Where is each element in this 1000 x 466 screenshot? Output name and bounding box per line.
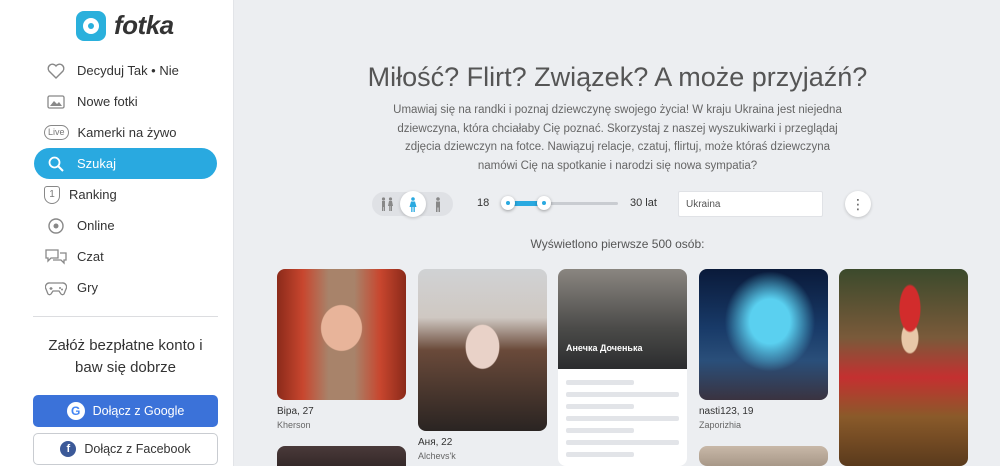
profile-photo[interactable] [277, 269, 406, 400]
profile-card[interactable]: Анечка Доченька [558, 269, 687, 466]
facebook-icon: f [60, 441, 77, 457]
sidebar-item-label: Decyduj Tak • Nie [77, 63, 179, 78]
placeholder-line [566, 428, 634, 433]
gender-male-icon[interactable] [427, 193, 449, 215]
photo-screenshot-header: Анечка Доченька [558, 269, 687, 369]
age-min-handle[interactable] [501, 196, 515, 210]
age-min-label: 18 [477, 197, 490, 209]
sidebar-item-label: Ranking [69, 187, 117, 202]
sidebar-item-label: Gry [77, 280, 98, 295]
main-content: Miłość? Flirt? Związek? A może przyjaźń?… [235, 0, 1000, 466]
profile-card[interactable]: Віра, 27 Kherson [277, 269, 406, 430]
placeholder-line [566, 404, 634, 409]
sidebar-item-label: Kamerki na żywo [77, 125, 177, 140]
profile-card[interactable]: Аня, 22 Alchevs'k [418, 269, 547, 461]
results-count: Wyświetlono pierwsze 500 osób: [530, 237, 705, 251]
logo[interactable]: fotka [76, 10, 174, 41]
sidebar-item-label: Online [77, 218, 115, 233]
profile-card[interactable]: nasti123, 19 Zaporizhia [699, 269, 828, 430]
chat-icon [44, 247, 68, 267]
profile-photo[interactable] [277, 446, 406, 466]
sidebar-item-label: Nowe fotki [77, 94, 138, 109]
gender-both-icon[interactable] [376, 193, 398, 215]
age-max-handle[interactable] [537, 196, 551, 210]
ranking-icon: 1 [44, 185, 60, 204]
gamepad-icon [44, 278, 68, 298]
profile-photo[interactable] [839, 269, 968, 466]
photo-caption: Анечка Доченька [566, 343, 643, 353]
facebook-button-label: Dołącz z Facebook [84, 442, 191, 456]
profile-card[interactable] [839, 269, 968, 466]
profile-photo[interactable] [699, 269, 828, 400]
profile-card[interactable] [277, 446, 406, 466]
online-icon [44, 216, 68, 236]
profile-location: Alchevs'k [418, 451, 456, 461]
profile-name: nasti123, 19 [699, 406, 754, 417]
sidebar-item-label: Szukaj [77, 156, 117, 171]
facebook-signup-button[interactable]: f Dołącz z Facebook [33, 433, 218, 465]
gender-toggle [372, 191, 453, 217]
sidebar-item-ranking[interactable]: 1 Ranking [34, 179, 217, 210]
more-options-icon[interactable]: ⋮ [845, 191, 871, 217]
profile-location: Zaporizhia [699, 420, 742, 430]
sidebar-divider [33, 316, 218, 317]
placeholder-line [566, 440, 679, 445]
profile-card[interactable] [699, 446, 828, 466]
intro-text: Umawiaj się na randki i poznaj dziewczyn… [393, 104, 842, 172]
sidebar-item-kamerki[interactable]: Live Kamerki na żywo [34, 117, 217, 148]
google-button-label: Dołącz z Google [92, 404, 185, 418]
google-signup-button[interactable]: G Dołącz z Google [33, 395, 218, 427]
profile-name: Аня, 22 [418, 437, 453, 448]
profile-photo[interactable] [699, 446, 828, 466]
signup-cta-text: Załóż bezpłatne konto i baw się dobrze [48, 337, 203, 376]
profile-name: Віра, 27 [277, 406, 314, 417]
search-icon [44, 154, 68, 174]
page-headline: Miłość? Flirt? Związek? A może przyjaźń? [367, 62, 868, 92]
sidebar-item-nowe-fotki[interactable]: Nowe fotki [34, 86, 217, 117]
logo-text: fotka [114, 10, 174, 40]
placeholder-line [566, 452, 634, 457]
placeholder-line [566, 392, 679, 397]
sidebar-item-online[interactable]: Online [34, 210, 217, 241]
sidebar-item-czat[interactable]: Czat [34, 241, 217, 272]
fotka-logo-icon [76, 10, 106, 41]
google-icon: G [66, 402, 85, 420]
sidebar-item-label: Czat [77, 249, 104, 264]
sidebar: fotka Decyduj Tak • Nie Nowe fotki Live … [0, 0, 234, 466]
country-input[interactable] [678, 191, 823, 217]
placeholder-line [566, 416, 679, 421]
live-icon: Live [44, 125, 69, 140]
age-max-label: 30 lat [630, 197, 657, 209]
placeholder-line [566, 380, 634, 385]
sidebar-nav: Decyduj Tak • Nie Nowe fotki Live Kamerk… [34, 55, 217, 303]
profile-photo[interactable]: Анечка Доченька [558, 269, 687, 466]
sidebar-item-gry[interactable]: Gry [34, 272, 217, 303]
heart-icon [44, 61, 68, 81]
sidebar-item-decyduj[interactable]: Decyduj Tak • Nie [34, 55, 217, 86]
profile-photo[interactable] [418, 269, 547, 431]
gender-female-icon[interactable] [399, 191, 426, 217]
profile-location: Kherson [277, 420, 311, 430]
photos-icon [44, 92, 68, 112]
photo-screenshot-body [558, 369, 687, 461]
sidebar-item-szukaj[interactable]: Szukaj [34, 148, 217, 179]
